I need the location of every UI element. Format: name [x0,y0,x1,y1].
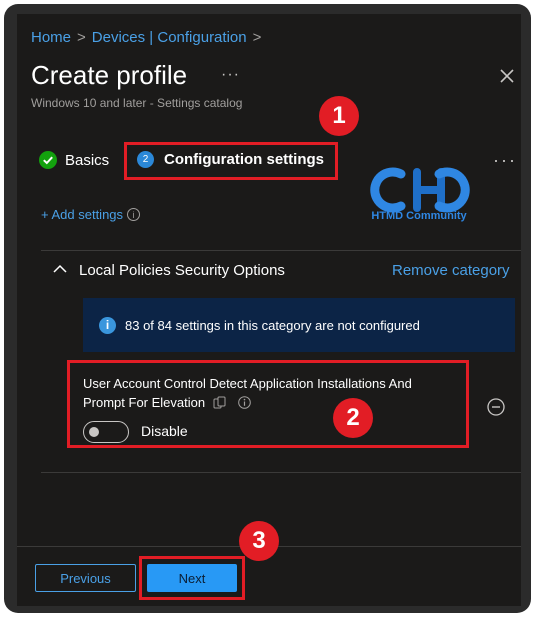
chevron-right-icon: > [77,29,86,46]
page-title: Create profile [31,60,188,90]
annotation-highlight-next [139,556,245,600]
annotation-badge-1: 1 [319,96,359,136]
info-message-text: 83 of 84 settings in this category are n… [125,317,420,333]
more-options-icon[interactable]: ··· [493,150,517,171]
breadcrumb-home[interactable]: Home [31,29,71,46]
more-options-icon[interactable]: ··· [221,66,240,84]
close-icon[interactable] [497,66,517,86]
section-divider-bottom [41,472,521,473]
watermark-text: HTMD Community [371,210,467,222]
info-message-bar: i 83 of 84 settings in this category are… [83,298,515,352]
section-divider-top [41,250,521,251]
page-subtitle: Windows 10 and later - Settings catalog [31,96,243,110]
category-title[interactable]: Local Policies Security Options [79,262,285,279]
breadcrumb: Home > Devices | Configuration > [31,29,267,46]
tab-basics-label: Basics [65,151,110,169]
previous-button[interactable]: Previous [35,564,136,592]
screenshot-frame: Home > Devices | Configuration > Create pro… [4,4,531,613]
info-icon: i [99,316,116,334]
annotation-badge-2: 2 [333,398,373,438]
annotation-highlight-setting [67,360,469,448]
annotation-highlight-tab [124,142,338,180]
breadcrumb-devices-configuration[interactable]: Devices | Configuration [92,29,247,46]
remove-setting-icon[interactable] [487,398,505,416]
remove-category-link[interactable]: Remove category [392,262,510,279]
check-circle-icon [39,151,57,169]
chevron-right-icon: > [252,29,262,46]
create-profile-panel: Home > Devices | Configuration > Create pro… [17,14,521,606]
info-icon: i [127,208,141,221]
add-settings-label: + Add settings [41,207,124,222]
tab-basics[interactable]: Basics [39,151,109,169]
add-settings-link[interactable]: + Add settings i [41,207,141,222]
chevron-up-icon[interactable] [53,264,67,274]
annotation-badge-3: 3 [239,521,279,561]
